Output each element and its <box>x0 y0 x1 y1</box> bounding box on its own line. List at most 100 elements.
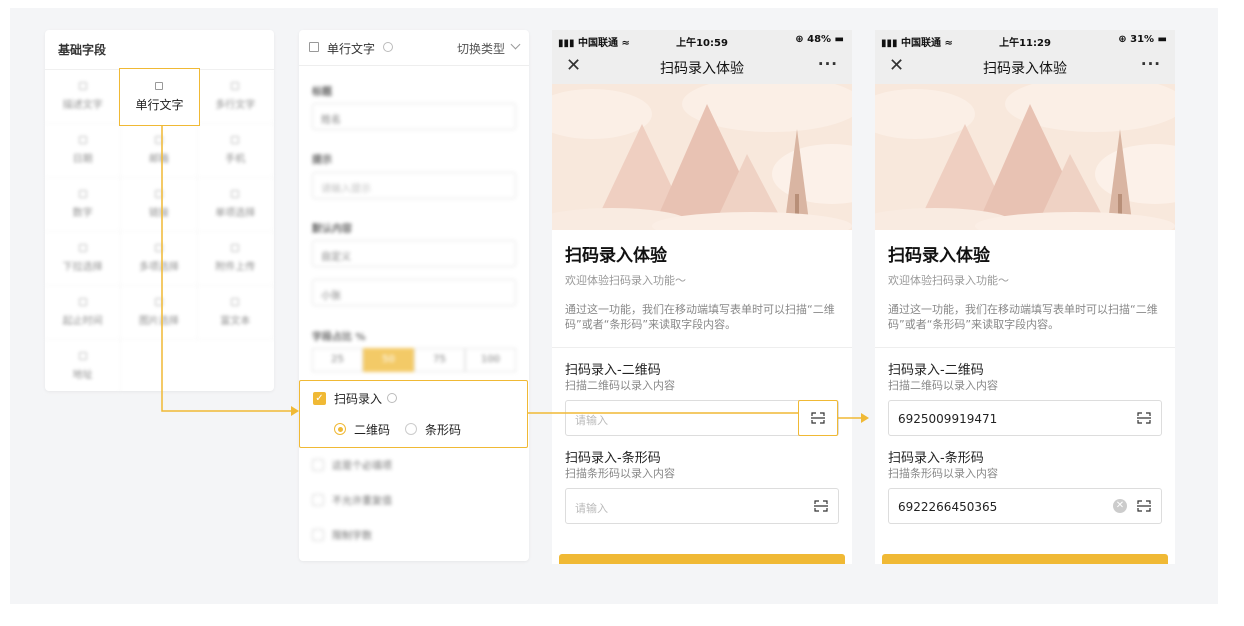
qr-field-title: 扫码录入-二维码 <box>888 363 984 378</box>
field-palette-title: 基础字段 <box>58 43 107 57</box>
field-icon <box>231 244 240 252</box>
status-bar: ▮▮▮ 中国联通 ≈ 上午11:29 ⊕ 31% ▬ <box>875 30 1175 50</box>
qr-input[interactable]: 6925009919471 <box>888 400 1162 436</box>
width-option[interactable]: 25 <box>312 348 363 372</box>
page-description: 通过这一功能，我们在移动端填写表单时可以扫描“二维码”或者“条形码”来读取字段内… <box>888 303 1158 331</box>
scan-icon[interactable] <box>814 500 828 512</box>
default-select[interactable]: 自定义 <box>312 240 516 267</box>
scan-button-highlight[interactable] <box>798 400 838 436</box>
hint-input[interactable]: 请输入提示 <box>312 172 516 199</box>
field-item[interactable]: 附件上传 <box>197 232 274 286</box>
help-icon[interactable] <box>383 42 393 52</box>
help-icon[interactable] <box>387 393 397 403</box>
field-item[interactable]: 日期 <box>45 124 122 178</box>
barcode-field-subtitle: 扫描条形码以录入内容 <box>565 467 675 480</box>
field-item[interactable]: 图片选择 <box>121 286 198 340</box>
location-icon <box>78 352 87 360</box>
radio-barcode-label: 条形码 <box>425 423 462 437</box>
check-unique[interactable]: 不允许重复值 <box>312 492 392 507</box>
field-icon <box>78 136 87 144</box>
field-icon <box>154 136 163 144</box>
qr-field-title: 扫码录入-二维码 <box>565 363 661 378</box>
submit-button[interactable] <box>559 554 845 564</box>
field-icon <box>78 190 87 198</box>
scan-icon[interactable] <box>811 412 825 424</box>
switch-type-button[interactable]: 切换类型 <box>457 40 505 57</box>
field-item[interactable]: 起止时间 <box>45 286 122 340</box>
field-icon <box>231 136 240 144</box>
barcode-input[interactable]: 请输入 <box>565 488 839 524</box>
field-item[interactable]: 邮箱 <box>121 124 198 178</box>
scan-icon[interactable] <box>1137 412 1151 424</box>
nav-title: 扫码录入体验 <box>660 61 744 77</box>
page-description: 通过这一功能，我们在移动端填写表单时可以扫描“二维码”或者“条形码”来读取字段内… <box>565 303 835 331</box>
field-item[interactable]: 单项选择 <box>197 178 274 232</box>
chevron-down-icon[interactable] <box>510 39 521 50</box>
more-icon[interactable]: ··· <box>1141 55 1161 73</box>
default-label: 默认内容 <box>312 224 352 235</box>
field-item[interactable]: 手机 <box>197 124 274 178</box>
more-icon[interactable]: ··· <box>818 55 838 73</box>
checkbox[interactable] <box>312 458 324 471</box>
field-icon <box>231 190 240 198</box>
scan-entry-label: 扫码录入 <box>334 392 383 406</box>
field-palette: 基础字段 描述文字 单行文字 多行文字 日期 邮箱 手机 数字 链接 单项选择 … <box>45 30 274 394</box>
divider <box>552 347 852 348</box>
field-icon <box>154 298 163 306</box>
width-option-selected[interactable]: 50 <box>363 348 414 372</box>
clear-icon[interactable]: ✕ <box>1113 499 1127 513</box>
scan-entry-option: ✓ 扫码录入 二维码 条形码 <box>299 380 528 448</box>
properties-panel: 单行文字 切换类型 标题 姓名 提示 请输入提示 默认内容 自定义 小张 字段占… <box>299 30 529 561</box>
check-required[interactable]: 这是个必填项 <box>312 457 392 472</box>
field-icon <box>78 82 87 90</box>
barcode-input[interactable]: 6922266450365 ✕ <box>888 488 1162 524</box>
field-item[interactable]: 链接 <box>121 178 198 232</box>
width-option[interactable]: 100 <box>465 348 516 372</box>
submit-button[interactable] <box>882 554 1168 564</box>
page-heading: 扫码录入体验 <box>888 246 990 266</box>
check-limit[interactable]: 限制字数 <box>312 527 372 542</box>
field-grid: 描述文字 单行文字 多行文字 日期 邮箱 手机 数字 链接 单项选择 下拉选择 … <box>45 68 274 394</box>
title-input[interactable]: 姓名 <box>312 103 516 130</box>
field-item[interactable]: 地址 <box>45 340 122 394</box>
battery: ⊕ 48% ▬ <box>795 34 844 45</box>
field-icon <box>154 190 163 198</box>
divider <box>875 347 1175 348</box>
field-item[interactable]: 多行文字 <box>197 70 274 124</box>
page-subtitle: 欢迎体验扫码录入功能～ <box>888 274 1009 287</box>
nav-bar: ✕ 扫码录入体验 ··· <box>875 50 1175 84</box>
field-item-selected[interactable]: 单行文字 <box>119 68 200 126</box>
field-item[interactable]: 多项选择 <box>121 232 198 286</box>
radio-barcode[interactable] <box>405 423 417 435</box>
phone-preview-filled: ▮▮▮ 中国联通 ≈ 上午11:29 ⊕ 31% ▬ ✕ 扫码录入体验 ··· … <box>875 30 1175 564</box>
field-icon <box>231 82 240 90</box>
barcode-field-title: 扫码录入-条形码 <box>888 451 984 466</box>
field-icon <box>154 244 163 252</box>
qr-field-subtitle: 扫描二维码以录入内容 <box>565 379 675 392</box>
page-subtitle: 欢迎体验扫码录入功能～ <box>565 274 686 287</box>
properties-header: 单行文字 切换类型 <box>299 30 529 66</box>
checkbox[interactable] <box>312 528 324 541</box>
width-label: 字段占比 % <box>312 332 366 343</box>
qr-field-subtitle: 扫描二维码以录入内容 <box>888 379 998 392</box>
field-item[interactable]: 数字 <box>45 178 122 232</box>
checkbox-checked-icon[interactable]: ✓ <box>313 392 326 405</box>
field-item[interactable]: 下拉选择 <box>45 232 122 286</box>
image-icon <box>155 81 164 90</box>
radio-qrcode[interactable] <box>334 423 346 435</box>
field-icon <box>78 244 87 252</box>
banner-illustration <box>552 84 852 230</box>
scan-icon[interactable] <box>1137 500 1151 512</box>
properties-title: 单行文字 <box>327 42 376 56</box>
image-icon <box>309 42 319 52</box>
width-option[interactable]: 75 <box>414 348 465 372</box>
checkbox[interactable] <box>312 493 324 506</box>
title-label: 标题 <box>312 87 332 98</box>
phone-preview-empty: ▮▮▮ 中国联通 ≈ 上午10:59 ⊕ 48% ▬ ✕ 扫码录入体验 ··· … <box>552 30 852 564</box>
field-item[interactable]: 描述文字 <box>45 70 122 124</box>
field-item[interactable]: 富文本 <box>197 286 274 340</box>
default-input[interactable]: 小张 <box>312 279 516 306</box>
barcode-field-title: 扫码录入-条形码 <box>565 451 661 466</box>
width-segmented: 25 50 75 100 <box>312 348 516 372</box>
status-bar: ▮▮▮ 中国联通 ≈ 上午10:59 ⊕ 48% ▬ <box>552 30 852 50</box>
